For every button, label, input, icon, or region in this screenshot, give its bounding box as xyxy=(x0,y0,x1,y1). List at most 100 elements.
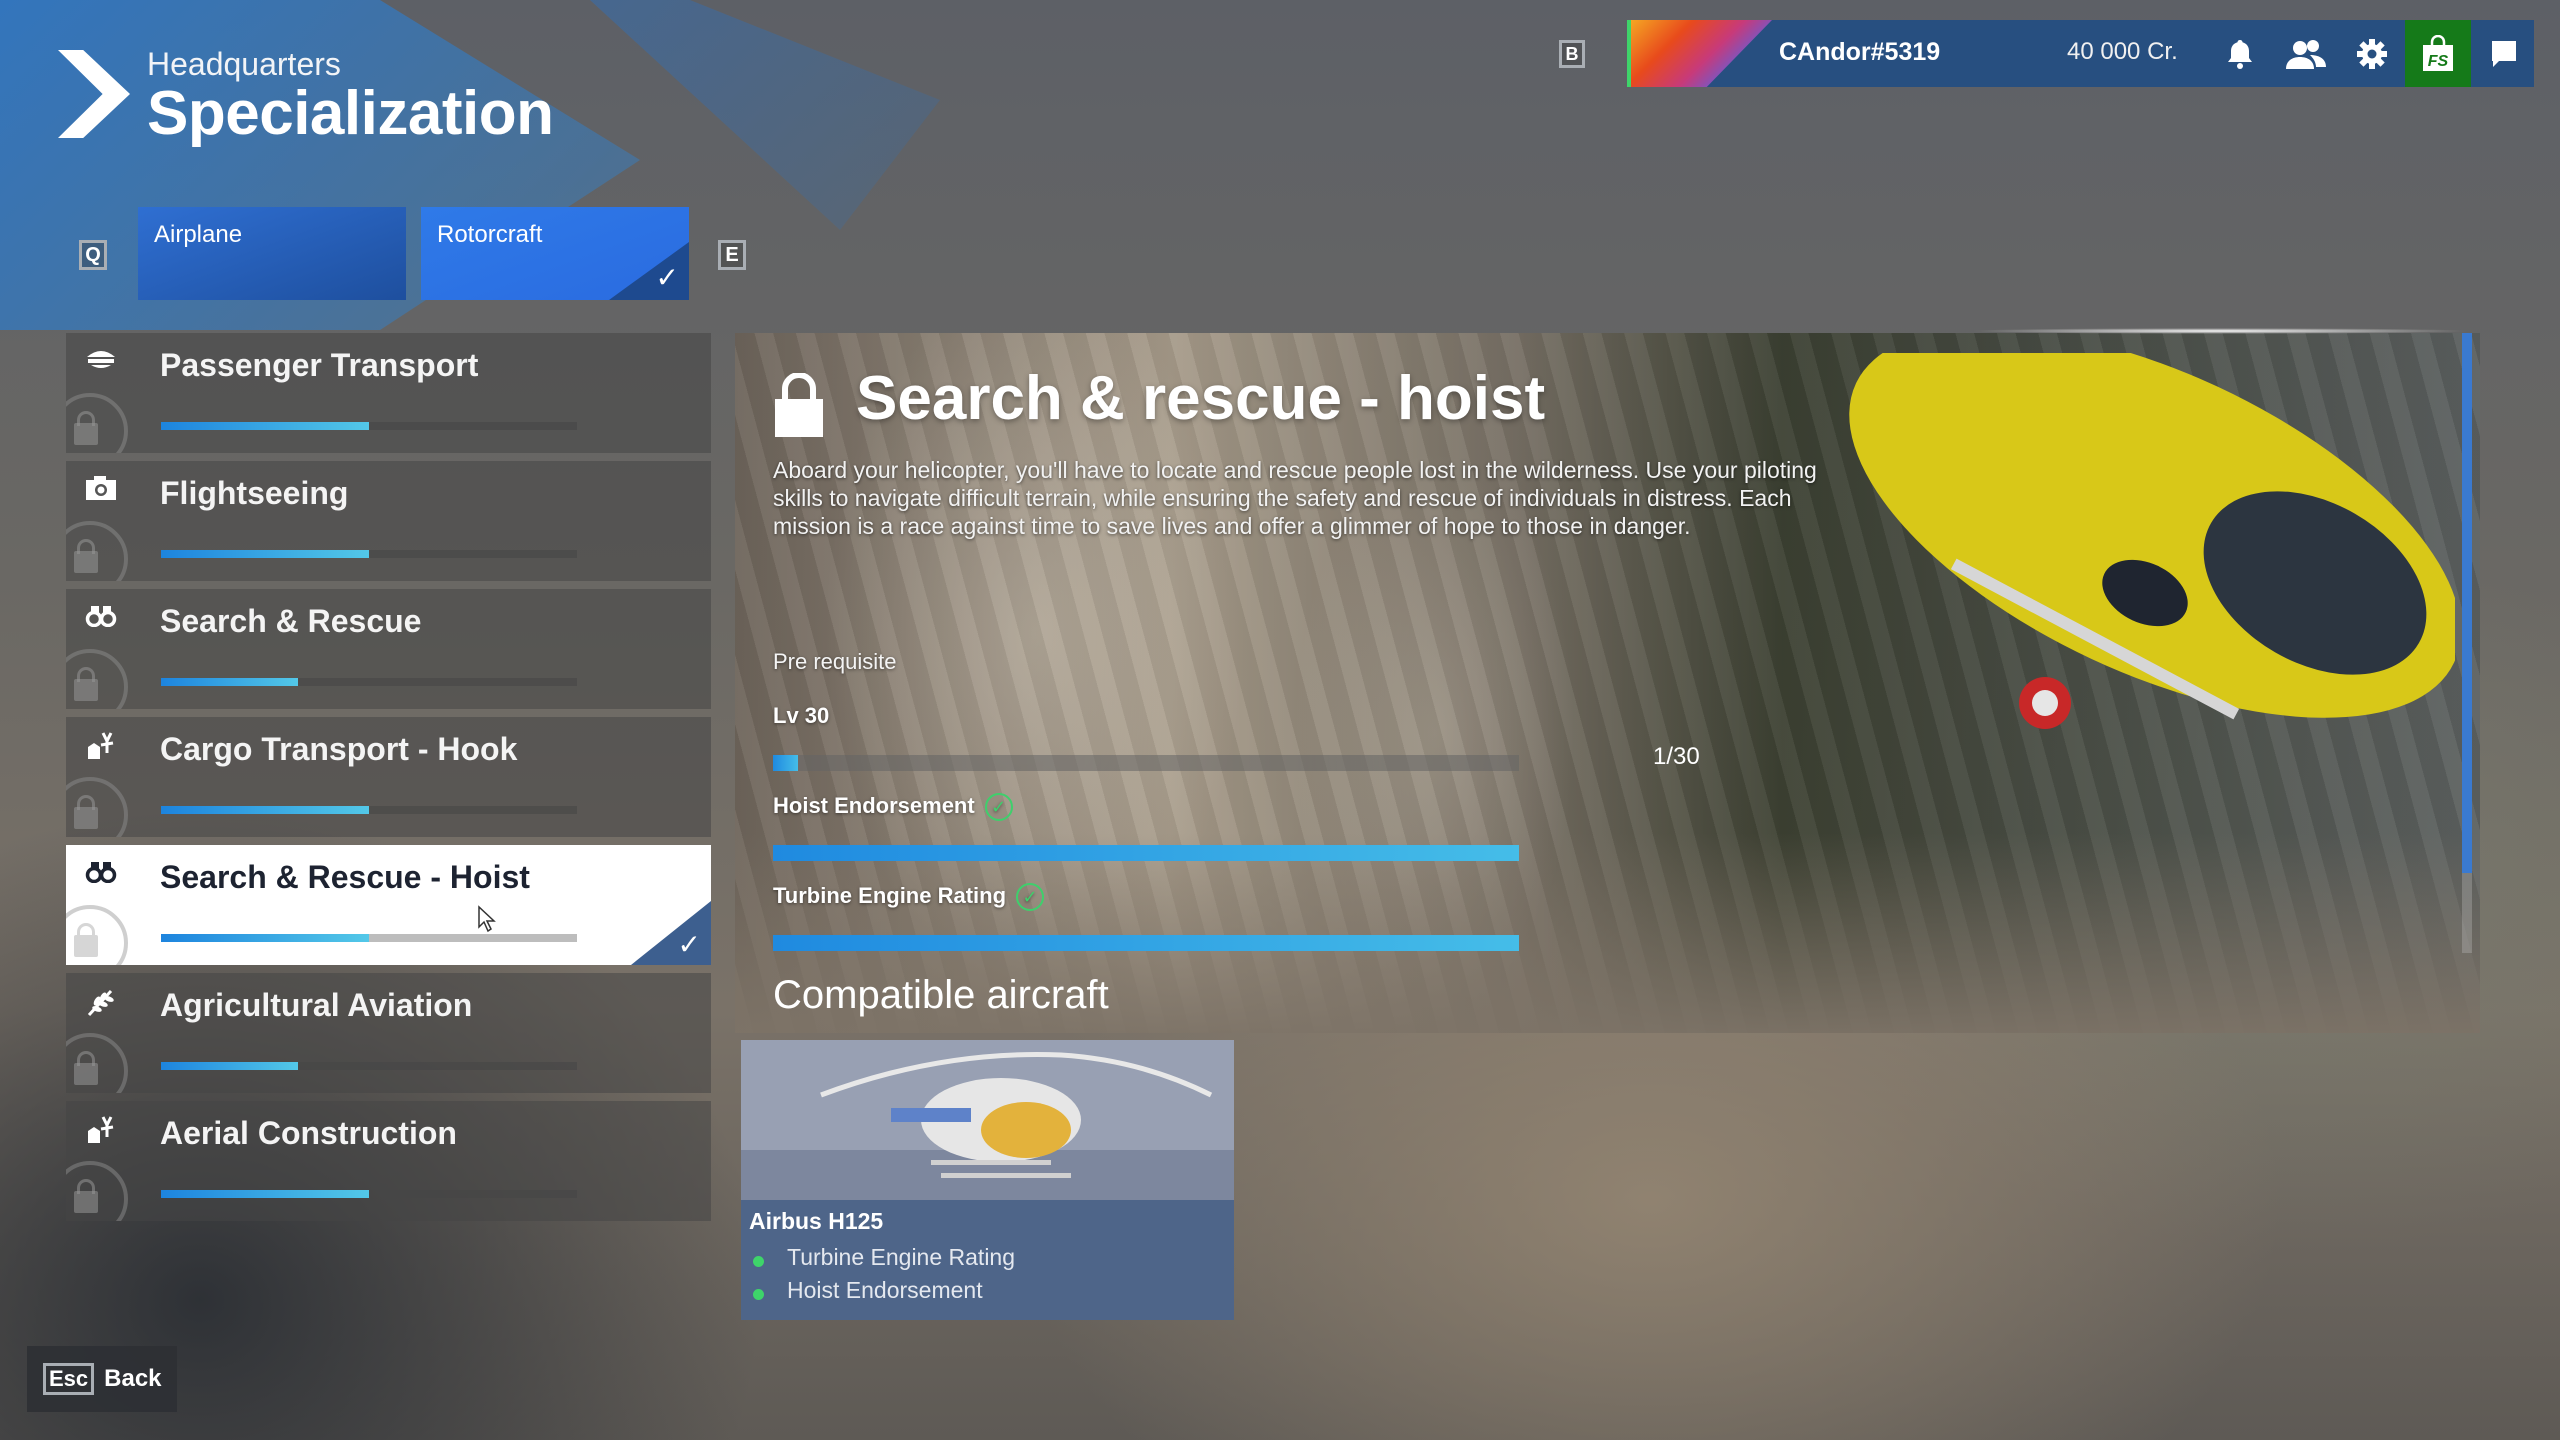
aircraft-requirement: Turbine Engine Rating xyxy=(787,1244,1016,1270)
back-button[interactable]: Esc Back xyxy=(27,1346,177,1412)
profile-key[interactable]: B xyxy=(1559,40,1585,68)
progress-fill xyxy=(161,1062,299,1070)
status-dot-icon xyxy=(753,1256,764,1267)
panel-glow xyxy=(1970,328,2470,334)
progress-fill xyxy=(161,550,369,558)
specialization-progress-bar xyxy=(161,1190,577,1198)
progress-fill xyxy=(773,845,1519,861)
requirement-turbine: Turbine Engine Rating ✓ xyxy=(773,883,1045,912)
username[interactable]: CAndor#5319 xyxy=(1779,38,1940,67)
specialization-detail-panel: Search & rescue - hoist Aboard your heli… xyxy=(735,333,2480,1033)
friends-button[interactable] xyxy=(2273,20,2339,87)
specialization-name: Search & Rescue xyxy=(160,603,422,639)
lock-icon xyxy=(74,795,98,829)
requirement-hoist: Hoist Endorsement ✓ xyxy=(773,793,1013,822)
specialization-progress-bar xyxy=(161,934,577,942)
specialization-name: Agricultural Aviation xyxy=(160,987,473,1023)
lock-icon xyxy=(74,1051,98,1085)
cargo-hook-icon xyxy=(84,731,118,761)
turbine-progress-bar xyxy=(773,935,1519,951)
specialization-name: Search & Rescue - Hoist xyxy=(160,859,530,895)
specialization-name: Flightseeing xyxy=(160,475,349,511)
specialization-name: Aerial Construction xyxy=(160,1115,457,1151)
aircraft-requirement: Hoist Endorsement xyxy=(787,1277,983,1303)
specialization-name: Cargo Transport - Hook xyxy=(160,731,518,767)
store-button[interactable]: FS xyxy=(2405,20,2471,87)
specialization-item[interactable]: Search & Rescue xyxy=(66,589,711,709)
avatar[interactable] xyxy=(1627,20,1772,87)
credits-balance: 40 000 Cr. xyxy=(2067,38,2178,65)
tab-label: Airplane xyxy=(154,221,243,248)
prev-category-key[interactable]: Q xyxy=(79,240,107,270)
settings-button[interactable] xyxy=(2339,20,2405,87)
lock-icon xyxy=(74,667,98,701)
hoist-progress-bar xyxy=(773,845,1519,861)
binoculars-icon xyxy=(84,603,118,633)
detail-description: Aboard your helicopter, you'll have to l… xyxy=(773,457,1817,539)
bell-icon xyxy=(2228,39,2252,69)
chat-icon xyxy=(2492,40,2516,67)
requirement-label: Hoist Endorsement xyxy=(773,793,975,818)
scrollbar-track[interactable] xyxy=(2462,873,2472,953)
check-circle-icon: ✓ xyxy=(984,793,1013,822)
friends-icon xyxy=(2286,39,2326,69)
compatible-aircraft-heading: Compatible aircraft xyxy=(773,973,1109,1017)
level-progress-count: 1/30 xyxy=(1653,743,1700,770)
level-progress-bar xyxy=(773,755,1519,771)
detail-title: Search & rescue - hoist xyxy=(856,364,1546,433)
specialization-progress-bar xyxy=(161,806,577,814)
specialization-item[interactable]: Aerial Construction xyxy=(66,1101,711,1221)
progress-fill xyxy=(161,678,299,686)
page-title: Specialization xyxy=(147,79,554,148)
camera-icon xyxy=(84,475,118,505)
pilot-cap-icon xyxy=(84,347,118,377)
specialization-name: Passenger Transport xyxy=(160,347,479,383)
lock-icon xyxy=(74,1179,98,1213)
aircraft-thumbnail xyxy=(741,1040,1234,1200)
lock-icon xyxy=(775,373,823,437)
lock-icon xyxy=(74,411,98,445)
aircraft-card[interactable]: Airbus H125 Turbine Engine Rating Hoist … xyxy=(741,1040,1234,1320)
checkmark-icon: ✓ xyxy=(655,262,679,293)
tab-rotorcraft[interactable]: Rotorcraft ✓ xyxy=(421,207,689,300)
progress-fill xyxy=(161,1190,369,1198)
specialization-progress-bar xyxy=(161,678,577,686)
status-dot-icon xyxy=(753,1289,764,1300)
specialization-item[interactable]: Search & Rescue - Hoist ✓ xyxy=(66,845,711,965)
progress-fill xyxy=(161,934,369,942)
specialization-item[interactable]: Passenger Transport xyxy=(66,333,711,453)
binoculars-icon xyxy=(84,859,118,889)
cargo-hook-icon xyxy=(84,1115,118,1145)
store-icon: FS xyxy=(2423,34,2453,71)
specialization-item[interactable]: Flightseeing xyxy=(66,461,711,581)
lock-icon xyxy=(74,539,98,573)
notifications-button[interactable] xyxy=(2207,20,2273,87)
specialization-item[interactable]: Agricultural Aviation xyxy=(66,973,711,1093)
profile-bar: CAndor#5319 40 000 Cr. FS xyxy=(1627,20,2534,87)
svg-text:FS: FS xyxy=(2428,53,2449,70)
lock-icon xyxy=(74,923,98,957)
progress-fill xyxy=(773,935,1519,951)
aircraft-name: Airbus H125 xyxy=(749,1208,884,1234)
helicopter-rescue-image xyxy=(1849,353,2455,729)
prerequisite-label: Pre requisite xyxy=(773,649,897,674)
back-label: Back xyxy=(104,1365,162,1392)
settings-icon xyxy=(2357,38,2387,69)
chat-button[interactable] xyxy=(2471,20,2537,87)
checkmark-icon: ✓ xyxy=(677,929,701,960)
requirement-label: Turbine Engine Rating xyxy=(773,883,1007,908)
progress-fill xyxy=(161,422,369,430)
wheat-icon xyxy=(84,987,118,1017)
specialization-progress-bar xyxy=(161,550,577,558)
scrollbar-thumb[interactable] xyxy=(2462,333,2472,873)
tab-airplane[interactable]: Airplane xyxy=(138,207,406,300)
specialization-progress-bar xyxy=(161,422,577,430)
specialization-item[interactable]: Cargo Transport - Hook xyxy=(66,717,711,837)
esc-key: Esc xyxy=(43,1363,95,1395)
specialization-list: Passenger Transport Flightseeing Search & … xyxy=(66,333,711,1229)
check-circle-icon: ✓ xyxy=(1016,883,1045,912)
requirement-level-label: Lv 30 xyxy=(773,703,830,728)
next-category-key[interactable]: E xyxy=(718,240,746,270)
specialization-progress-bar xyxy=(161,1062,577,1070)
progress-fill xyxy=(773,755,798,771)
